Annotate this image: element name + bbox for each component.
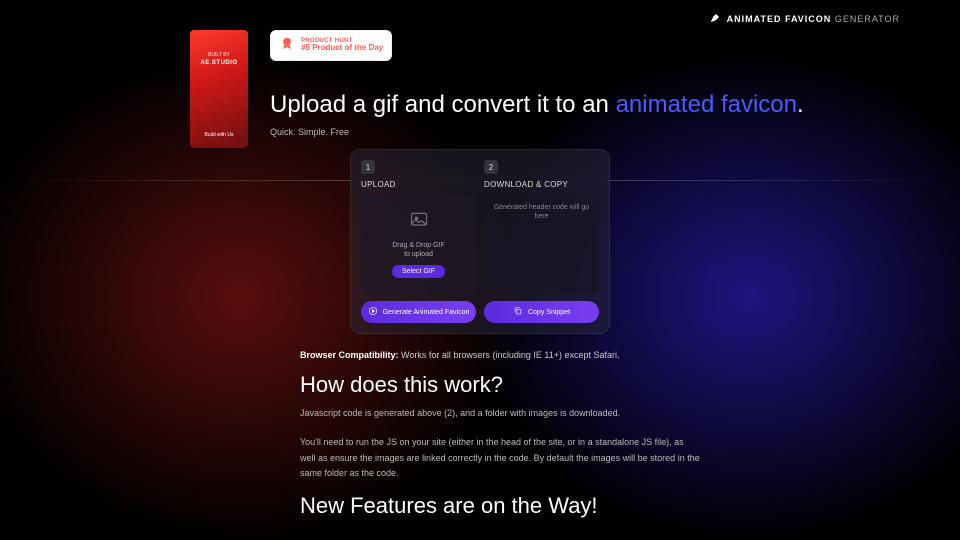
rocket-icon [709, 12, 721, 26]
hero-title: Upload a gif and convert it to an animat… [270, 91, 900, 119]
browser-compatibility: Browser Compatibility: Works for all bro… [300, 350, 900, 360]
copy-button[interactable]: Copy Snippet [484, 301, 599, 323]
hero-title-part1: Upload a gif and convert it to an [270, 91, 616, 118]
how-it-works-title: How does this work? [300, 372, 900, 398]
studio-name: AE.STUDIO [200, 60, 237, 66]
download-column: 2 DOWNLOAD & COPY Generated header code … [484, 160, 599, 293]
play-icon [368, 306, 378, 318]
generate-button[interactable]: Generate Animated Favicon [361, 301, 476, 323]
hero-title-accent: animated favicon [616, 91, 797, 118]
header-title-bold: ANIMATED FAVICON [727, 14, 832, 24]
converter-panel: 1 UPLOAD Drag & Drop GIF to upload Selec… [350, 149, 610, 334]
copy-icon [513, 306, 523, 318]
how-it-works-p2: You'll need to run the JS on your site (… [300, 435, 700, 481]
ph-rank: #5 Product of the Day [301, 44, 383, 53]
built-by-card[interactable]: BUILT BY AE.STUDIO Build with Us [190, 30, 248, 148]
select-gif-button[interactable]: Select GIF [392, 265, 445, 278]
step-2-label: DOWNLOAD & COPY [484, 180, 599, 189]
upload-column: 1 UPLOAD Drag & Drop GIF to upload Selec… [361, 160, 476, 293]
product-hunt-badge[interactable]: PRODUCT HUNT #5 Product of the Day [270, 30, 392, 61]
build-with-us-link[interactable]: Build with Us [205, 132, 234, 138]
hero-title-part2: . [797, 91, 804, 118]
compat-label: Browser Compatibility: [300, 350, 399, 360]
dropzone-text: Drag & Drop GIF to upload [392, 241, 445, 259]
how-it-works-p1: Javascript code is generated above (2), … [300, 406, 700, 421]
code-output-box: Generated header code will go here [484, 195, 599, 293]
step-1-number: 1 [361, 160, 375, 174]
built-by-label: BUILT BY [200, 52, 237, 58]
compat-text: Works for all browsers (including IE 11+… [399, 350, 620, 360]
hero-subtitle: Quick. Simple. Free [270, 127, 900, 137]
dropzone[interactable]: Drag & Drop GIF to upload Select GIF [361, 195, 476, 293]
site-header: ANIMATED FAVICON GENERATOR [709, 12, 900, 26]
medal-icon [279, 35, 295, 56]
new-features-title: New Features are on the Way! [300, 493, 900, 519]
generate-button-label: Generate Animated Favicon [383, 309, 470, 316]
header-title-light: GENERATOR [835, 14, 900, 24]
copy-button-label: Copy Snippet [528, 309, 570, 316]
image-icon [409, 210, 429, 235]
main-content: PRODUCT HUNT #5 Product of the Day Uploa… [270, 30, 900, 519]
step-1-label: UPLOAD [361, 180, 476, 189]
code-placeholder: Generated header code will go here [492, 203, 591, 221]
step-2-number: 2 [484, 160, 498, 174]
